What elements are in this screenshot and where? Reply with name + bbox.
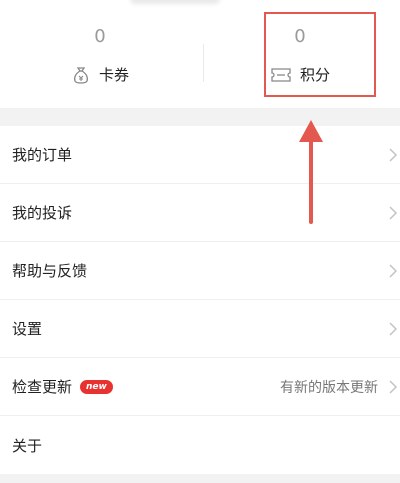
menu-item-settings[interactable]: 设置 (0, 300, 400, 358)
menu-item-label: 关于 (12, 436, 43, 455)
annotation-arrow-icon (299, 120, 323, 224)
menu-item-orders[interactable]: 我的订单 (0, 126, 400, 184)
chevron-right-icon (388, 379, 398, 399)
coupons-label: 卡券 (98, 66, 129, 84)
chevron-right-icon (388, 321, 398, 341)
menu-item-help-feedback[interactable]: 帮助与反馈 (0, 242, 400, 300)
chevron-right-icon (388, 263, 398, 283)
menu-item-label: 我的订单 (12, 146, 73, 164)
coupons-stat[interactable]: 0 卡券 (0, 0, 200, 108)
coupons-count: 0 (94, 26, 106, 47)
menu-item-about[interactable]: 关于 (0, 416, 400, 474)
points-highlight-box (264, 12, 376, 97)
coupon-bag-icon (71, 65, 91, 85)
chevron-right-icon (388, 205, 398, 225)
chevron-right-icon (388, 147, 398, 167)
menu-item-label: 帮助与反馈 (12, 262, 88, 280)
menu-list: 我的订单 我的投诉 帮助与反馈 设置 检查更新 new 有新的版本更新 关于 (0, 126, 400, 474)
menu-item-label: 我的投诉 (12, 204, 73, 222)
menu-item-complaints[interactable]: 我的投诉 (0, 184, 400, 242)
menu-item-label: 检查更新 (12, 378, 73, 396)
update-status-text: 有新的版本更新 (280, 380, 378, 396)
menu-item-check-update[interactable]: 检查更新 new 有新的版本更新 (0, 358, 400, 416)
menu-item-label: 设置 (12, 320, 43, 338)
new-badge: new (80, 379, 113, 394)
